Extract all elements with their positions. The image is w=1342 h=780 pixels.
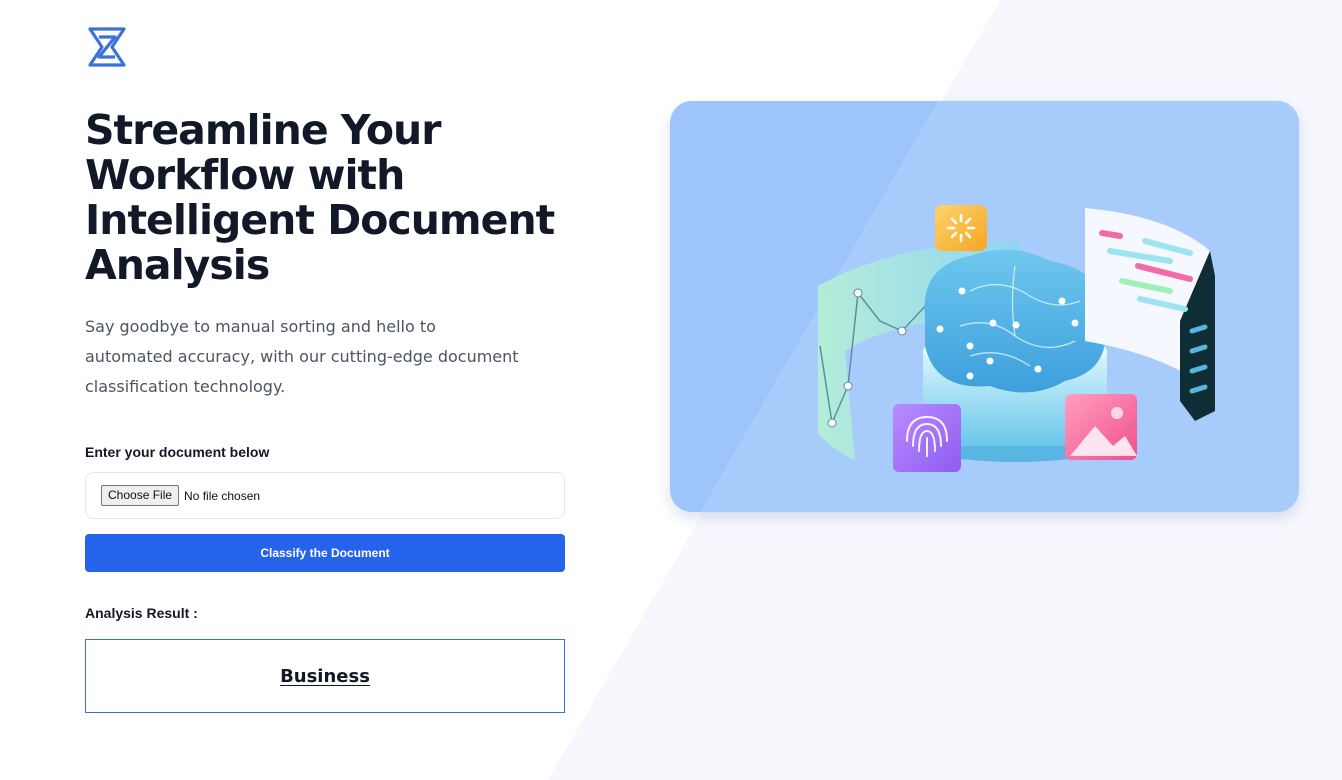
hero-copy: Streamline Your Workflow with Intelligen… bbox=[85, 108, 565, 402]
page-subtitle: Say goodbye to manual sorting and hello … bbox=[85, 317, 519, 396]
file-status-text: No file chosen bbox=[184, 488, 261, 503]
document-input-label: Enter your document below bbox=[85, 444, 270, 460]
page: Streamline Your Workflow with Intelligen… bbox=[0, 0, 1342, 780]
analysis-result-value: Business bbox=[280, 665, 370, 687]
file-upload-field[interactable]: Choose File No file chosen bbox=[85, 472, 565, 519]
analysis-result-label: Analysis Result : bbox=[85, 605, 198, 621]
analysis-result-box: Business bbox=[85, 639, 565, 713]
ai-brain-document-illustration-icon bbox=[700, 101, 1299, 512]
classify-document-button[interactable]: Classify the Document bbox=[85, 534, 565, 572]
hero-illustration-card bbox=[670, 101, 1299, 512]
page-title: Streamline Your Workflow with Intelligen… bbox=[85, 106, 555, 289]
brand-logo-icon[interactable] bbox=[86, 26, 128, 68]
choose-file-button[interactable]: Choose File bbox=[101, 485, 180, 506]
